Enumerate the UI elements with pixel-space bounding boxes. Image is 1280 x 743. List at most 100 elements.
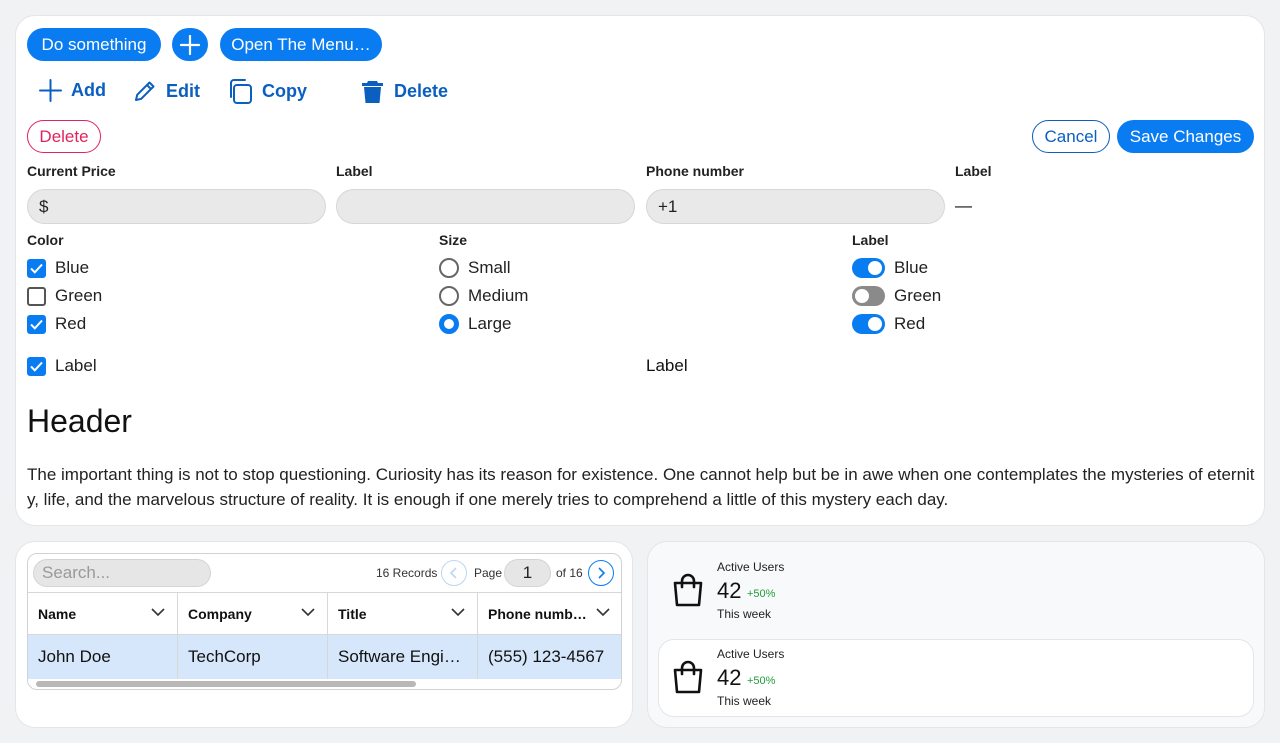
column-header-phone[interactable]: Phone numb… bbox=[478, 592, 621, 634]
chevron-left-icon bbox=[449, 567, 457, 579]
radio-unselected[interactable] bbox=[439, 286, 459, 306]
toggle-switch-on[interactable] bbox=[852, 314, 885, 334]
checkbox-checked[interactable] bbox=[27, 258, 46, 278]
label-checkbox[interactable]: Label bbox=[27, 356, 97, 376]
chevron-right-icon bbox=[598, 567, 606, 579]
horizontal-scrollbar[interactable] bbox=[36, 681, 416, 687]
column-header-company[interactable]: Company bbox=[178, 592, 328, 634]
stat-title: Active Users bbox=[717, 560, 785, 574]
color-option-label: Blue bbox=[55, 258, 90, 277]
plus-icon bbox=[179, 34, 201, 55]
stat-delta: +50% bbox=[747, 588, 776, 600]
column-header-title[interactable]: Title bbox=[328, 592, 478, 634]
size-option-medium[interactable]: Medium bbox=[439, 286, 528, 306]
check-icon bbox=[30, 263, 43, 274]
shopping-bag-icon bbox=[672, 659, 704, 700]
table-cell[interactable]: Software Engi… bbox=[328, 634, 478, 679]
toggle-option-label: Green bbox=[894, 286, 942, 305]
color-option-red[interactable]: Red bbox=[27, 314, 86, 334]
size-option-label: Medium bbox=[468, 286, 529, 305]
stat-subtitle: This week bbox=[717, 607, 772, 621]
toggle-option-label: Blue bbox=[894, 258, 929, 277]
size-group-label: Size bbox=[439, 232, 468, 248]
phone-number-input[interactable]: +1 bbox=[646, 189, 945, 224]
color-option-label: Green bbox=[55, 286, 103, 305]
delete-button[interactable]: Delete bbox=[27, 120, 101, 153]
color-option-blue[interactable]: Blue bbox=[27, 258, 89, 278]
add-label: Add bbox=[71, 80, 106, 100]
radio-unselected[interactable] bbox=[439, 258, 459, 278]
toggle-option-green[interactable]: Green bbox=[852, 286, 941, 306]
color-option-label: Red bbox=[55, 314, 87, 333]
label-checkbox-text: Label bbox=[55, 356, 97, 375]
phone-number-label: Phone number bbox=[646, 163, 745, 179]
form-card bbox=[15, 15, 1265, 526]
label-input[interactable] bbox=[336, 189, 635, 224]
color-option-green[interactable]: Green bbox=[27, 286, 102, 306]
table-cell[interactable]: John Doe bbox=[28, 634, 178, 679]
open-menu-button[interactable]: Open The Menu… bbox=[220, 28, 382, 61]
column-header-name[interactable]: Name bbox=[28, 592, 178, 634]
size-option-label: Small bbox=[468, 258, 511, 277]
switch-label: Label bbox=[646, 356, 688, 375]
size-option-large[interactable]: Large bbox=[439, 314, 511, 334]
toggle-switch-on[interactable] bbox=[852, 258, 885, 278]
checkbox-unchecked[interactable] bbox=[27, 286, 46, 306]
column-header-label: Phone numb… bbox=[488, 605, 587, 622]
do-something-button[interactable]: Do something bbox=[27, 28, 161, 61]
copy-tool-button[interactable]: Copy bbox=[227, 78, 307, 105]
page-total: of 16 bbox=[556, 566, 583, 580]
stat-value: 42 bbox=[717, 578, 742, 603]
stat-subtitle: This week bbox=[717, 694, 772, 708]
add-round-button[interactable] bbox=[172, 28, 208, 61]
readonly-field-value: — bbox=[955, 196, 972, 215]
delete-tool-button[interactable]: Delete bbox=[359, 78, 448, 105]
body-paragraph: The important thing is not to stop quest… bbox=[27, 465, 1255, 509]
delete-label: Delete bbox=[394, 81, 449, 101]
table-cell[interactable]: (555) 123-4567 bbox=[478, 634, 621, 679]
check-icon bbox=[30, 361, 43, 372]
size-option-label: Large bbox=[468, 314, 512, 333]
size-option-small[interactable]: Small bbox=[439, 258, 511, 278]
toggle-option-blue[interactable]: Blue bbox=[852, 258, 928, 278]
label-field-label: Label bbox=[336, 163, 373, 179]
toggle-switch-off[interactable] bbox=[852, 286, 885, 306]
column-header-label: Name bbox=[38, 605, 77, 622]
chevron-down-icon bbox=[151, 608, 165, 617]
stat-delta: +50% bbox=[747, 675, 776, 687]
edit-tool-button[interactable]: Edit bbox=[132, 78, 200, 104]
stat-title: Active Users bbox=[717, 647, 785, 661]
checkbox-checked[interactable] bbox=[27, 314, 46, 334]
copy-label: Copy bbox=[262, 81, 307, 101]
copy-icon bbox=[230, 79, 252, 104]
table-cell[interactable]: TechCorp bbox=[178, 634, 328, 679]
chevron-down-icon bbox=[596, 608, 610, 617]
edit-label: Edit bbox=[166, 80, 200, 101]
prev-page-button[interactable] bbox=[441, 560, 467, 586]
column-header-label: Title bbox=[338, 605, 367, 622]
toggle-option-red[interactable]: Red bbox=[852, 314, 925, 334]
toggle-option-label: Red bbox=[894, 314, 926, 333]
chevron-down-icon bbox=[301, 608, 315, 617]
current-price-input[interactable]: $ bbox=[27, 189, 326, 224]
checkbox-checked[interactable] bbox=[27, 356, 46, 376]
toggle-group-label: Label bbox=[852, 232, 889, 248]
cancel-button[interactable]: Cancel bbox=[1032, 120, 1110, 153]
radio-selected[interactable] bbox=[439, 314, 459, 334]
grid-search-input[interactable]: Search... bbox=[33, 559, 211, 587]
currency-prefix: $ bbox=[39, 196, 49, 216]
next-page-button[interactable] bbox=[588, 560, 614, 586]
save-changes-button[interactable]: Save Changes bbox=[1117, 120, 1254, 153]
page-number-input[interactable]: 1 bbox=[504, 559, 551, 587]
column-header-label: Company bbox=[188, 605, 252, 622]
current-price-label: Current Price bbox=[27, 163, 116, 179]
records-count: 16 Records bbox=[376, 566, 438, 580]
section-header: Header bbox=[27, 403, 132, 439]
stat-value: 42 bbox=[717, 665, 742, 690]
data-grid: Search... 16 Records Page 1 of 16 Name C… bbox=[27, 553, 622, 690]
readonly-field-label: Label bbox=[955, 163, 992, 179]
check-icon bbox=[30, 319, 43, 330]
page-label: Page bbox=[474, 566, 503, 580]
add-tool-button[interactable]: Add bbox=[38, 78, 106, 103]
shopping-bag-icon bbox=[672, 572, 704, 613]
